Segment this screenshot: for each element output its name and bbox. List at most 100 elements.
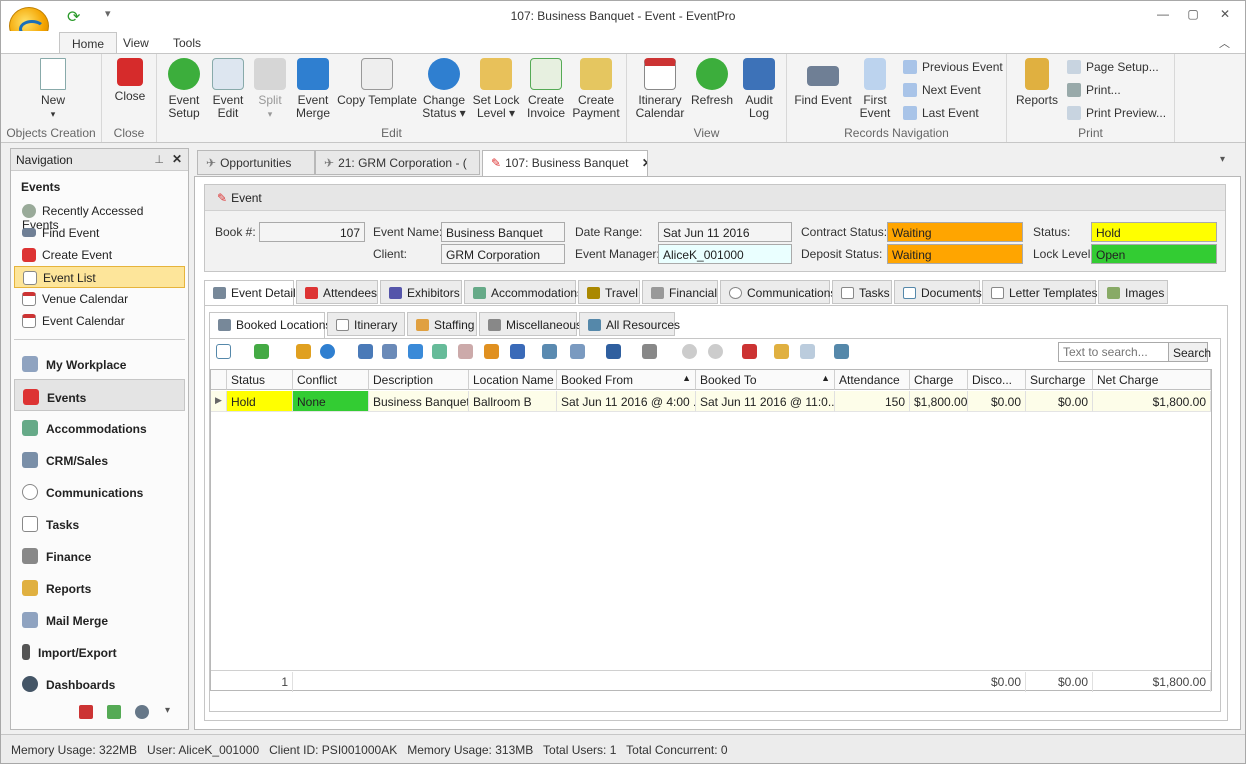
save-layout-icon[interactable] (834, 344, 849, 359)
create-payment-button[interactable]: Create Payment (571, 58, 621, 120)
group-by-icon[interactable] (570, 344, 585, 359)
nav-item-event-list[interactable]: Event List (14, 266, 185, 288)
table-cell-surcharge[interactable]: $0.00 (1026, 391, 1093, 412)
table-cell-booked-from[interactable]: Sat Jun 11 2016 @ 4:00 ... (557, 391, 696, 412)
link-icon[interactable] (458, 344, 473, 359)
delete-icon[interactable] (510, 344, 525, 359)
more-dropdown-icon[interactable]: ▾ (165, 705, 170, 716)
col-net-charge[interactable]: Net Charge (1093, 370, 1211, 390)
edit-pencil-icon[interactable] (296, 344, 311, 359)
nav-group-crm-sales[interactable]: CRM/Sales (14, 443, 185, 475)
table-cell-description[interactable]: Business Banquet (369, 391, 469, 412)
event-setup-button[interactable]: Event Setup (163, 58, 205, 120)
tab-travel[interactable]: Travel (578, 280, 640, 304)
copy-location-icon[interactable] (382, 344, 397, 359)
export-icon[interactable] (606, 344, 621, 359)
add-multiple-icon[interactable] (432, 344, 447, 359)
tab-tools[interactable]: Tools (161, 32, 213, 54)
nav-group-tasks[interactable]: Tasks (14, 507, 185, 539)
table-cell-discount[interactable]: $0.00 (968, 391, 1026, 412)
tab-letter-templates[interactable]: Letter Templates (982, 280, 1098, 304)
nav-item-find-event[interactable]: Find Event (14, 222, 185, 244)
previous-event-button[interactable]: Previous Event (903, 60, 1003, 78)
print-button[interactable]: Print... (1067, 83, 1121, 101)
add-location-icon[interactable] (358, 344, 373, 359)
subtab-booked-locations[interactable]: Booked Locations (209, 312, 331, 338)
move-up-icon[interactable] (682, 344, 697, 359)
subtab-miscellaneous[interactable]: Miscellaneous (479, 312, 582, 336)
create-invoice-button[interactable]: Create Invoice (523, 58, 569, 120)
tab-communications[interactable]: Communications (720, 280, 836, 304)
subtab-staffing[interactable]: Staffing (407, 312, 477, 336)
clipboard-icon[interactable] (774, 344, 789, 359)
settings-gear-icon[interactable] (135, 705, 149, 719)
find-event-button[interactable]: Find Event (793, 58, 853, 107)
tab-accommodations[interactable]: Accommodations (464, 280, 583, 304)
trend-icon[interactable] (107, 705, 121, 719)
print-preview-button[interactable]: Print Preview... (1067, 106, 1166, 124)
nav-item-event-calendar[interactable]: Event Calendar (14, 310, 185, 332)
col-booked-from[interactable]: Booked From ▲ (557, 370, 696, 390)
table-cell-attendance[interactable]: 150 (835, 391, 910, 412)
nav-group-accommodations[interactable]: Accommodations (14, 411, 185, 443)
collapse-ribbon-icon[interactable]: ︿ (1219, 35, 1230, 51)
info-icon[interactable] (320, 344, 335, 359)
chart-icon[interactable] (79, 705, 93, 719)
col-discount[interactable]: Disco... (968, 370, 1026, 390)
nav-group-my-workplace[interactable]: My Workplace (14, 347, 185, 379)
split-button[interactable]: Split ▾ (251, 58, 289, 121)
col-booked-to[interactable]: Booked To ▲ (696, 370, 835, 390)
doc-tab-opportunities[interactable]: ✈ Opportunities (197, 150, 315, 175)
tab-tasks[interactable]: Tasks (832, 280, 892, 304)
search-input[interactable] (1058, 342, 1170, 362)
nav-group-mail-merge[interactable]: Mail Merge (14, 603, 185, 635)
col-description[interactable]: Description (369, 370, 469, 390)
print-preview-icon[interactable] (800, 344, 815, 359)
nav-item-venue-calendar[interactable]: Venue Calendar (14, 288, 185, 310)
audit-log-button[interactable]: Audit Log (739, 58, 779, 120)
tab-view[interactable]: View (111, 32, 161, 54)
col-status[interactable]: Status (227, 370, 293, 390)
close-tab-icon[interactable]: ✕ (642, 156, 647, 170)
event-merge-button[interactable]: Event Merge (291, 58, 335, 120)
first-event-button[interactable]: First Event (855, 58, 895, 120)
tab-list-dropdown-icon[interactable]: ▾ (1220, 154, 1225, 165)
close-window-icon[interactable]: ✕ (1215, 7, 1235, 25)
doc-tab-business-banquet[interactable]: ✎107: Business Banquet ✕ (482, 150, 648, 177)
nav-item-create-event[interactable]: Create Event (14, 244, 185, 266)
new-button[interactable]: New ▾ (31, 58, 75, 121)
nav-group-dashboards[interactable]: Dashboards (14, 667, 185, 699)
table-cell-charge[interactable]: $1,800.00 (910, 391, 968, 412)
new-record-icon[interactable] (216, 344, 231, 359)
tab-images[interactable]: Images (1098, 280, 1168, 304)
last-event-button[interactable]: Last Event (903, 106, 979, 124)
event-edit-button[interactable]: Event Edit (207, 58, 249, 120)
col-conflict[interactable]: Conflict (293, 370, 369, 390)
event-manager-field[interactable]: AliceK_001000 (658, 244, 792, 264)
reports-button[interactable]: Reports (1015, 58, 1059, 107)
copy-template-button[interactable]: Copy Template (337, 58, 417, 107)
nav-group-events[interactable]: Events (14, 379, 185, 411)
table-cell-conflict[interactable]: None (293, 391, 369, 412)
close-pane-icon[interactable]: ✕ (172, 152, 182, 166)
row-indicator-icon[interactable]: ▶ (211, 391, 227, 412)
close-button[interactable]: Close (108, 58, 152, 103)
tab-event-detail[interactable]: Event Detail (204, 280, 296, 306)
search-button[interactable]: Search (1168, 342, 1211, 362)
tab-documents[interactable]: Documents (894, 280, 982, 304)
list-view-icon[interactable] (542, 344, 557, 359)
minimize-icon[interactable]: — (1153, 7, 1173, 25)
col-location-name[interactable]: Location Name (469, 370, 557, 390)
tab-attendees[interactable]: Attendees (296, 280, 378, 304)
page-setup-button[interactable]: Page Setup... (1067, 60, 1159, 78)
tab-exhibitors[interactable]: Exhibitors (380, 280, 462, 304)
subtab-all-resources[interactable]: All Resources (579, 312, 680, 336)
nav-item-recently-accessed[interactable]: Recently Accessed Events (14, 200, 185, 232)
table-cell-booked-to[interactable]: Sat Jun 11 2016 @ 11:0... (696, 391, 835, 412)
table-cell-net-charge[interactable]: $1,800.00 (1093, 391, 1211, 412)
refresh-button[interactable]: Refresh (689, 58, 735, 107)
nav-group-import-export[interactable]: Import/Export (14, 635, 185, 667)
tab-financial[interactable]: Financial (642, 280, 718, 304)
nav-group-communications[interactable]: Communications (14, 475, 185, 507)
col-attendance[interactable]: Attendance (835, 370, 910, 390)
